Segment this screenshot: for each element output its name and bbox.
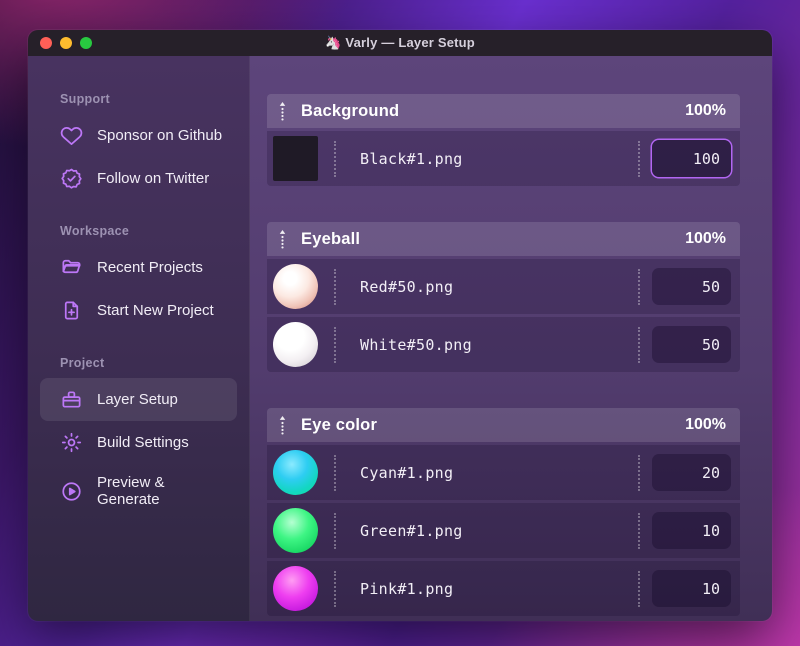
- layer-weight-input[interactable]: 10: [652, 512, 731, 549]
- divider-dotted: [638, 570, 640, 607]
- layer-row: Green#1.png 10: [267, 503, 740, 558]
- layer-group-title: Eye color: [301, 415, 378, 434]
- gear-icon: [60, 431, 83, 454]
- layer-group-title: Background: [301, 101, 400, 120]
- sidebar-item-layer-setup[interactable]: Layer Setup: [40, 378, 237, 421]
- divider-dotted: [334, 326, 336, 363]
- drag-handle-icon[interactable]: [277, 414, 289, 436]
- layer-group-weight: 100%: [685, 416, 726, 433]
- cyan-sphere-thumbnail: [273, 450, 318, 495]
- drag-handle-icon[interactable]: [277, 228, 289, 250]
- layer-weight-input[interactable]: 10: [652, 570, 731, 607]
- sidebar-section: Support Sponsor on Github Follow on Twit…: [28, 92, 249, 200]
- divider-dotted: [334, 570, 336, 607]
- layer-group-eye-color: Eye color 100% Cyan#1.png 20 Green#1.png…: [267, 408, 740, 616]
- sidebar-item-label: Recent Projects: [97, 259, 203, 276]
- layer-group-header: Eyeball 100%: [267, 222, 740, 256]
- sidebar-item-recent-projects[interactable]: Recent Projects: [40, 246, 237, 289]
- sidebar-item-label: Layer Setup: [97, 391, 178, 408]
- layer-setup-panel: Background 100% Black#1.png 100 Eyeball …: [250, 56, 772, 621]
- layer-weight-input[interactable]: 100: [652, 140, 731, 177]
- layer-row: Pink#1.png 10: [267, 561, 740, 616]
- layer-group-weight: 100%: [685, 102, 726, 119]
- app-icon: 🦄: [325, 35, 342, 50]
- layer-filename: Cyan#1.png: [360, 463, 454, 482]
- layer-group-eyeball: Eyeball 100% Red#50.png 50 White#50.png …: [267, 222, 740, 372]
- layer-row: Red#50.png 50: [267, 259, 740, 314]
- heart-icon: [60, 124, 83, 147]
- divider-dotted: [638, 326, 640, 363]
- sidebar-item-label: Preview & Generate: [97, 474, 165, 508]
- layer-row: Cyan#1.png 20: [267, 445, 740, 500]
- divider-dotted: [334, 140, 336, 177]
- sidebar-section: Workspace Recent Projects Start New Proj…: [28, 224, 249, 332]
- sidebar: Support Sponsor on Github Follow on Twit…: [28, 56, 250, 621]
- layers-icon: [60, 388, 83, 411]
- folder-icon: [60, 256, 83, 279]
- sidebar-item-start-new-project[interactable]: Start New Project: [40, 289, 237, 332]
- layer-group-title: Eyeball: [301, 229, 361, 248]
- play-circle-icon: [60, 480, 83, 503]
- window-title-text: Varly — Layer Setup: [345, 35, 475, 50]
- layer-filename: Black#1.png: [360, 149, 463, 168]
- sidebar-item-follow-on-twitter[interactable]: Follow on Twitter: [40, 157, 237, 200]
- layer-filename: Pink#1.png: [360, 579, 454, 598]
- app-window: 🦄 Varly — Layer Setup Support Sponsor on …: [28, 30, 772, 621]
- divider-dotted: [334, 268, 336, 305]
- sidebar-item-preview-generate[interactable]: Preview & Generate: [40, 464, 237, 518]
- sidebar-item-sponsor-on-github[interactable]: Sponsor on Github: [40, 114, 237, 157]
- red-sphere-thumbnail: [273, 264, 318, 309]
- divider-dotted: [334, 454, 336, 491]
- divider-dotted: [638, 454, 640, 491]
- layer-group-header: Background 100%: [267, 94, 740, 128]
- divider-dotted: [638, 268, 640, 305]
- layer-filename: Green#1.png: [360, 521, 463, 540]
- titlebar: 🦄 Varly — Layer Setup: [28, 30, 772, 56]
- sidebar-item-label: Follow on Twitter: [97, 170, 210, 187]
- layer-group-background: Background 100% Black#1.png 100: [267, 94, 740, 186]
- sidebar-item-label: Start New Project: [97, 302, 214, 319]
- divider-dotted: [334, 512, 336, 549]
- sidebar-section: Project Layer Setup Build Settings Previ…: [28, 356, 249, 518]
- green-sphere-thumbnail: [273, 508, 318, 553]
- layer-weight-input[interactable]: 50: [652, 268, 731, 305]
- sidebar-section-label: Project: [60, 356, 105, 370]
- layer-filename: Red#50.png: [360, 277, 454, 296]
- layer-row: White#50.png 50: [267, 317, 740, 372]
- divider-dotted: [638, 512, 640, 549]
- sidebar-item-label: Sponsor on Github: [97, 127, 223, 144]
- sidebar-item-build-settings[interactable]: Build Settings: [40, 421, 237, 464]
- sidebar-section-label: Workspace: [60, 224, 130, 238]
- layer-group-header: Eye color 100%: [267, 408, 740, 442]
- white-sphere-thumbnail: [273, 322, 318, 367]
- black-square-thumbnail: [273, 136, 318, 181]
- verified-badge-icon: [60, 167, 83, 190]
- layer-filename: White#50.png: [360, 335, 472, 354]
- layer-row: Black#1.png 100: [267, 131, 740, 186]
- file-plus-icon: [60, 299, 83, 322]
- pink-sphere-thumbnail: [273, 566, 318, 611]
- divider-dotted: [638, 140, 640, 177]
- sidebar-item-label: Build Settings: [97, 434, 189, 451]
- layer-weight-input[interactable]: 50: [652, 326, 731, 363]
- drag-handle-icon[interactable]: [277, 100, 289, 122]
- layer-group-weight: 100%: [685, 230, 726, 247]
- sidebar-section-label: Support: [60, 92, 111, 106]
- layer-weight-input[interactable]: 20: [652, 454, 731, 491]
- window-title: 🦄 Varly — Layer Setup: [28, 35, 772, 51]
